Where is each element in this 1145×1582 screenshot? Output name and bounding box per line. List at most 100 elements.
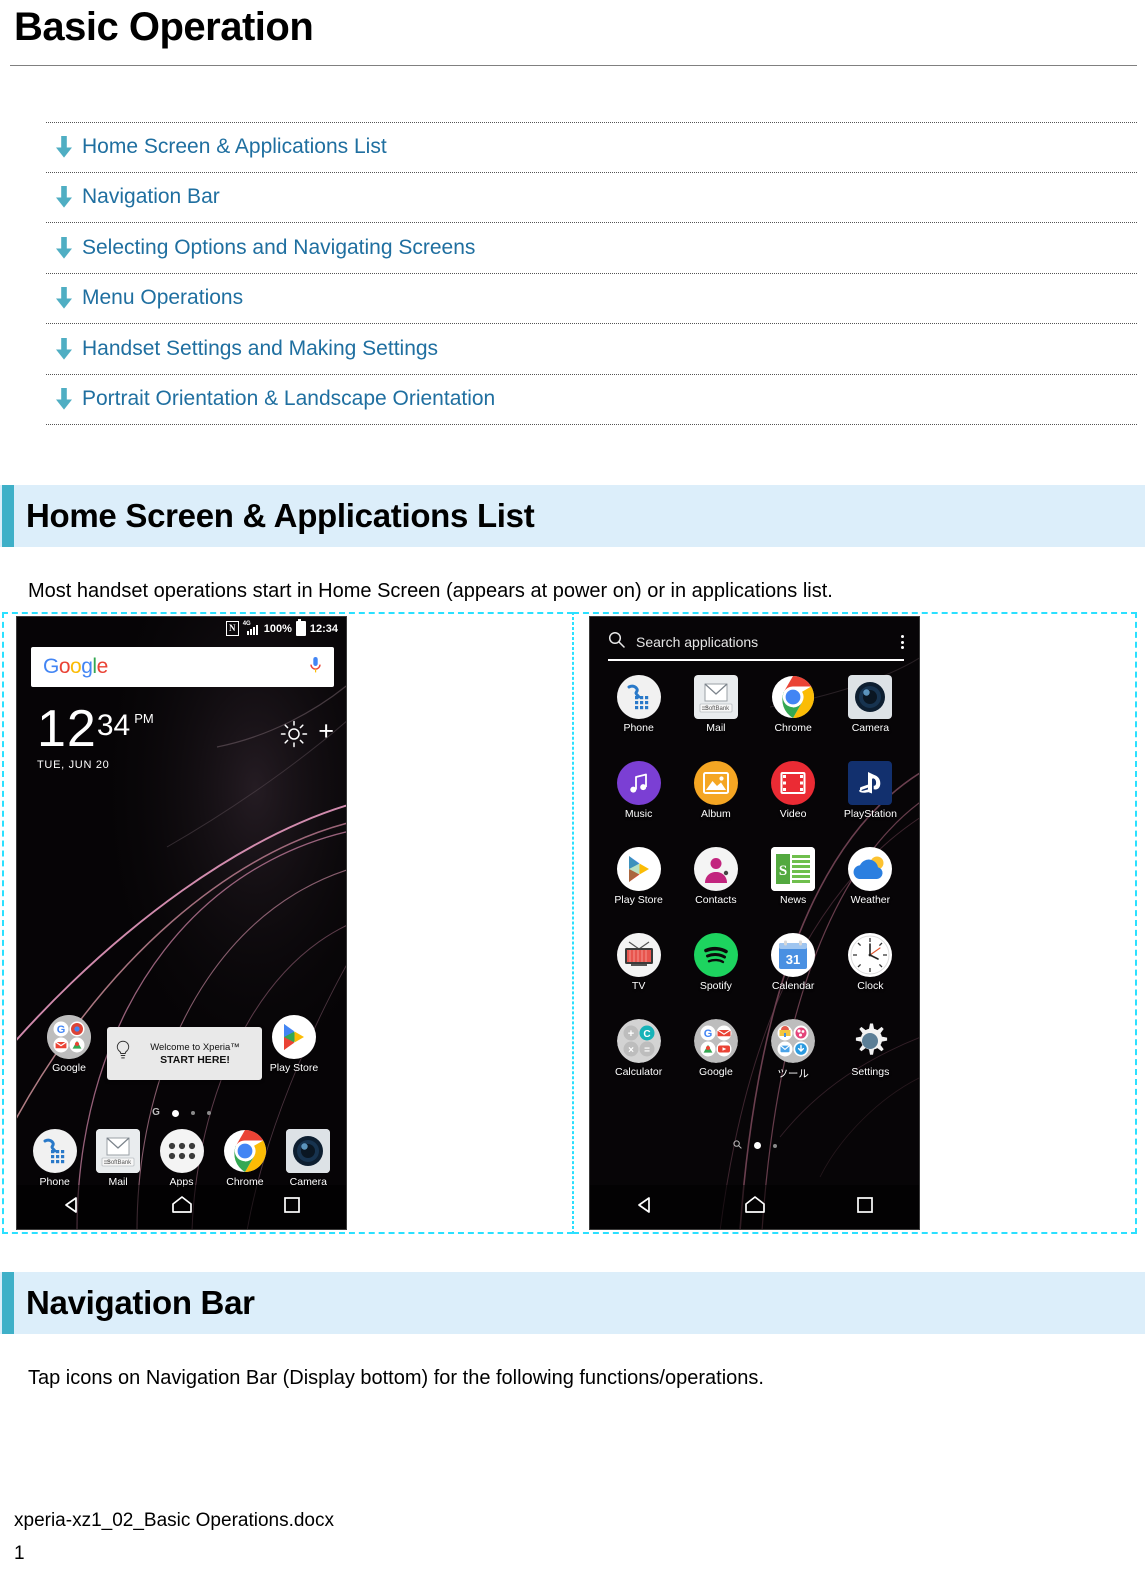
apps-search-bar[interactable]: Search applications bbox=[608, 631, 904, 653]
clock-label: 12:34 bbox=[309, 622, 338, 635]
home-icon[interactable] bbox=[744, 1195, 766, 1220]
dock-app-camera[interactable]: Camera bbox=[277, 1129, 340, 1188]
section-heading: Navigation Bar bbox=[26, 1284, 255, 1321]
google-folder-icon: G bbox=[47, 1015, 91, 1059]
app-label: Calendar bbox=[771, 980, 815, 992]
page-dot[interactable] bbox=[772, 1143, 777, 1148]
app-label: Google bbox=[52, 1062, 86, 1074]
app-label: News bbox=[779, 894, 807, 906]
app-label: Phone bbox=[623, 722, 654, 734]
app-tools-folder[interactable]: ツール bbox=[755, 1019, 832, 1081]
toc-row[interactable]: Selecting Options and Navigating Screens bbox=[46, 223, 1137, 274]
svg-text:31: 31 bbox=[786, 952, 800, 967]
app-music[interactable]: Music bbox=[600, 761, 677, 820]
table-of-contents: Home Screen & Applications List Navigati… bbox=[46, 122, 1137, 425]
app-camera[interactable]: Camera bbox=[832, 675, 909, 734]
page-dot-active[interactable] bbox=[171, 1109, 179, 1117]
toc-link-label[interactable]: Handset Settings and Making Settings bbox=[82, 336, 438, 362]
toc-row[interactable]: Menu Operations bbox=[46, 274, 1137, 324]
app-video[interactable]: Video bbox=[755, 761, 832, 820]
app-spotify[interactable]: Spotify bbox=[677, 933, 754, 992]
app-album[interactable]: Album bbox=[677, 761, 754, 820]
search-small-icon bbox=[732, 1140, 742, 1151]
play-store-icon bbox=[272, 1015, 316, 1059]
section-header-home-screen: Home Screen & Applications List bbox=[0, 485, 1145, 547]
google-search-widget[interactable]: Google bbox=[31, 647, 334, 687]
plus-icon[interactable]: + bbox=[318, 718, 334, 745]
home-dock: Phone SoftBank Mail Apps Chrome Camera bbox=[17, 1129, 346, 1188]
app-weather[interactable]: Weather bbox=[832, 847, 909, 906]
triangle-back-icon[interactable] bbox=[62, 1195, 82, 1220]
app-play-store[interactable]: Play Store bbox=[600, 847, 677, 906]
app-contacts[interactable]: Contacts bbox=[677, 847, 754, 906]
app-calculator-folder[interactable]: + C × = Calculator bbox=[600, 1019, 677, 1081]
app-chrome[interactable]: Chrome bbox=[755, 675, 832, 734]
toc-link-label[interactable]: Selecting Options and Navigating Screens bbox=[82, 235, 475, 261]
google-g-icon: G bbox=[152, 1107, 160, 1118]
svg-text:G: G bbox=[57, 1024, 66, 1036]
dock-app-chrome[interactable]: Chrome bbox=[213, 1129, 276, 1188]
toc-row[interactable]: Home Screen & Applications List bbox=[46, 122, 1137, 173]
down-arrow-icon bbox=[46, 236, 82, 260]
app-label: Album bbox=[700, 808, 731, 820]
page-dot[interactable] bbox=[190, 1111, 195, 1115]
app-label: Clock bbox=[857, 980, 884, 992]
microphone-icon[interactable] bbox=[309, 656, 322, 679]
app-phone[interactable]: Phone bbox=[600, 675, 677, 734]
navigation-bar bbox=[590, 1185, 919, 1229]
toc-row[interactable]: Handset Settings and Making Settings bbox=[46, 324, 1137, 375]
page-dot[interactable] bbox=[206, 1111, 211, 1115]
svg-text:G: G bbox=[704, 1028, 713, 1040]
app-label: Contacts bbox=[695, 894, 737, 906]
app-calendar[interactable]: 31 Calendar bbox=[755, 933, 832, 992]
home-icon[interactable] bbox=[171, 1195, 193, 1220]
kebab-menu-icon[interactable] bbox=[901, 635, 904, 649]
spotify-icon bbox=[693, 933, 738, 977]
mail-softbank-icon: SoftBank bbox=[693, 675, 738, 719]
apps-list-image: Search applications Phone SoftBank Mail … bbox=[589, 616, 920, 1230]
home-page-indicator[interactable]: G bbox=[17, 1108, 346, 1118]
app-playstation[interactable]: PlayStation bbox=[832, 761, 909, 820]
home-app-google-folder[interactable]: G Google bbox=[25, 1015, 113, 1074]
toc-link-label[interactable]: Portrait Orientation & Landscape Orienta… bbox=[82, 386, 495, 412]
toc-link-label[interactable]: Menu Operations bbox=[82, 285, 243, 311]
dock-app-phone[interactable]: Phone bbox=[23, 1129, 86, 1188]
down-arrow-icon bbox=[46, 135, 82, 159]
home-app-play-store[interactable]: Play Store bbox=[250, 1015, 338, 1074]
welcome-card[interactable]: Welcome to Xperia™ START HERE! bbox=[107, 1027, 262, 1080]
dock-app-apps[interactable]: Apps bbox=[150, 1129, 213, 1188]
apps-search-underline bbox=[608, 659, 904, 661]
app-label: Calculator bbox=[614, 1066, 663, 1078]
home-screen-image: N 4G 100% 12:34 Google 12 34 PM TUE, JUN… bbox=[16, 616, 347, 1230]
square-recents-icon[interactable] bbox=[856, 1196, 874, 1219]
app-tv[interactable]: TV bbox=[600, 933, 677, 992]
clock-widget[interactable]: 12 34 PM TUE, JUN 20 bbox=[37, 703, 154, 771]
app-label: TV bbox=[631, 980, 646, 992]
app-clock[interactable]: Clock bbox=[832, 933, 909, 992]
app-mail[interactable]: SoftBank Mail bbox=[677, 675, 754, 734]
square-recents-icon[interactable] bbox=[283, 1196, 301, 1219]
toc-row[interactable]: Portrait Orientation & Landscape Orienta… bbox=[46, 375, 1137, 425]
video-film-icon bbox=[771, 761, 816, 805]
app-google-folder[interactable]: G Google bbox=[677, 1019, 754, 1081]
toc-link-label[interactable]: Home Screen & Applications List bbox=[82, 134, 387, 160]
dock-app-mail[interactable]: SoftBank Mail bbox=[86, 1129, 149, 1188]
screenshot-cell-apps-list: Search applications Phone SoftBank Mail … bbox=[573, 612, 1137, 1234]
section-header-navigation-bar: Navigation Bar bbox=[0, 1272, 1145, 1334]
app-settings[interactable]: Settings bbox=[832, 1019, 909, 1081]
apps-page-indicator[interactable] bbox=[590, 1140, 919, 1151]
gear-icon bbox=[848, 1019, 892, 1063]
google-folder-icon: G bbox=[693, 1019, 738, 1063]
svg-text:SoftBank: SoftBank bbox=[107, 1160, 132, 1166]
sun-icon[interactable] bbox=[280, 720, 308, 753]
app-news[interactable]: S News bbox=[755, 847, 832, 906]
toc-row[interactable]: Navigation Bar bbox=[46, 173, 1137, 223]
section-body-text: Most handset operations start in Home Sc… bbox=[28, 580, 833, 602]
apps-grid-row: + C × = Calculator G Google ツール Settings bbox=[590, 1019, 919, 1081]
footer-page-number: 1 bbox=[14, 1543, 25, 1564]
svg-text:C: C bbox=[643, 1029, 650, 1040]
triangle-back-icon[interactable] bbox=[635, 1195, 655, 1220]
toc-link-label[interactable]: Navigation Bar bbox=[82, 184, 220, 210]
page-dot-active[interactable] bbox=[753, 1142, 761, 1149]
section-accent-bar bbox=[2, 1272, 14, 1334]
